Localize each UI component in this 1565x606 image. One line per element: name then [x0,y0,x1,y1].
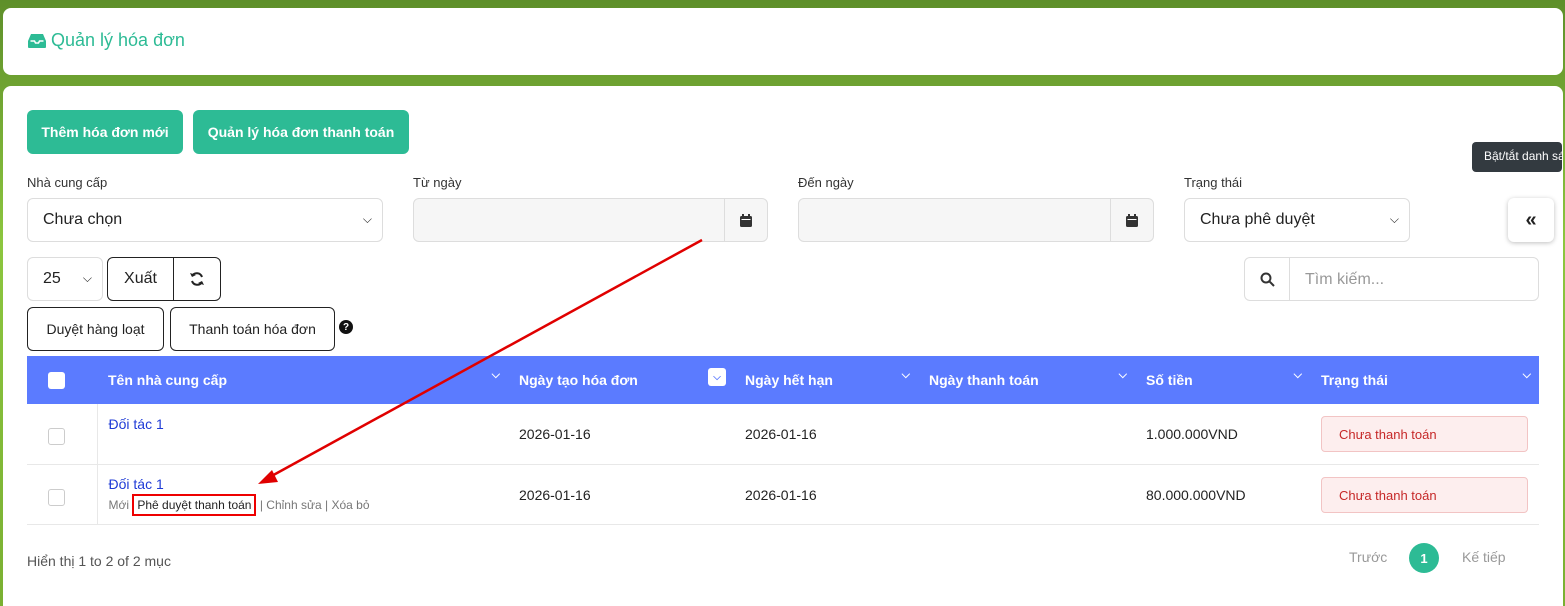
supplier-cell: Đối tác 1 [96,404,508,464]
status-label: Trạng thái [1184,175,1243,190]
col-supplier-label: Tên nhà cung cấp [108,372,228,388]
col-amount[interactable]: Số tiền ⌵ [1135,356,1310,404]
created-cell: 2026-01-16 [508,464,734,524]
add-invoice-button[interactable]: Thêm hóa đơn mới [27,110,183,154]
status-cell: Chưa thanh toán [1310,404,1539,464]
prev-page-link[interactable]: Trước [1349,549,1387,565]
inbox-icon [28,33,46,48]
pagination-info: Hiển thị 1 to 2 of 2 mục [27,553,171,569]
due-value: 2026-01-16 [745,486,817,503]
due-cell: 2026-01-16 [734,404,918,464]
from-date-label: Từ ngày [413,175,462,190]
supplier-select[interactable]: Chưa chọn ⌵ [27,198,383,242]
amount-value: 80.000.000VND [1146,486,1246,503]
table-row: Đối tác 1 2026-01-16 2026-01-16 1.000.00… [27,404,1539,464]
double-chevron-left-icon: « [1525,208,1537,231]
toggle-tooltip: Bật/tắt danh sách [1472,142,1562,172]
chevron-down-icon: ⌵ [901,369,910,381]
action-separator: | [259,497,263,512]
chevron-down-icon: ⌵ [1118,369,1127,381]
col-status-label: Trạng thái [1321,372,1388,388]
help-icon[interactable]: ? [339,320,353,334]
supplier-cell: Đối tác 1 Mới Phê duyệt thanh toán | Chỉ… [96,464,508,524]
col-amount-label: Số tiền [1146,372,1193,388]
status-cell: Chưa thanh toán [1310,464,1539,524]
created-cell: 2026-01-16 [508,404,734,464]
pay-invoice-button[interactable]: Thanh toán hóa đơn [170,307,335,351]
main-card: Thêm hóa đơn mới Quản lý hóa đơn thanh t… [3,86,1563,606]
search-box[interactable]: Tìm kiếm... [1244,257,1539,301]
col-paid[interactable]: Ngày thanh toán ⌵ [918,356,1135,404]
supplier-select-value: Chưa chọn [43,211,123,228]
row-checkbox[interactable] [48,488,65,506]
col-paid-label: Ngày thanh toán [929,372,1039,388]
page-title: Quản lý hóa đơn [28,30,185,51]
due-cell: 2026-01-16 [734,464,918,524]
page-size-select[interactable]: 25 ⌵ [27,257,103,301]
calendar-icon[interactable] [1110,199,1153,241]
col-due[interactable]: Ngày hết hạn ⌵ [734,356,918,404]
chevron-down-icon: ⌵ [362,212,372,226]
toggle-list-button[interactable]: « [1508,198,1554,242]
chevron-down-icon: ⌵ [1522,369,1531,381]
refresh-button[interactable] [173,257,221,301]
status-badge: Chưa thanh toán [1321,476,1528,513]
col-supplier[interactable]: Tên nhà cung cấp ⌵ [97,356,508,404]
col-created-label: Ngày tạo hóa đơn [519,372,638,388]
page-title-text: Quản lý hóa đơn [51,30,185,50]
due-value: 2026-01-16 [745,426,817,442]
bulk-approve-button[interactable]: Duyệt hàng loạt [27,307,164,351]
amount-cell: 1.000.000VND [1135,404,1310,464]
select-all-checkbox[interactable] [48,372,65,389]
refresh-icon [190,272,204,286]
paid-cell [918,404,1135,464]
amount-value: 1.000.000VND [1146,426,1238,442]
row-checkbox[interactable] [48,428,65,445]
sort-active-icon: ⌵ [708,368,726,386]
search-icon [1245,258,1290,300]
to-date-input[interactable] [798,198,1154,242]
next-page-link[interactable]: Kế tiếp [1462,549,1506,565]
select-all-cell [27,356,97,404]
col-status[interactable]: Trạng thái ⌵ [1310,356,1539,404]
row-actions: Mới Phê duyệt thanh toán | Chỉnh sửa | X… [109,493,370,516]
created-value: 2026-01-16 [519,486,591,503]
header-card: Quản lý hóa đơn [3,8,1563,75]
col-due-label: Ngày hết hạn [745,372,833,388]
row-checkbox-cell [27,464,97,524]
calendar-icon[interactable] [724,199,767,241]
status-select-value: Chưa phê duyệt [1200,211,1315,228]
to-date-label: Đến ngày [798,175,854,190]
action-edit[interactable]: Chỉnh sửa [266,498,321,512]
status-select[interactable]: Chưa phê duyệt ⌵ [1184,198,1410,242]
status-badge: Chưa thanh toán [1321,416,1528,452]
action-delete[interactable]: Xóa bỏ [332,498,370,512]
from-date-input[interactable] [413,198,768,242]
invoice-table: Tên nhà cung cấp ⌵ Ngày tạo hóa đơn ⌵ Ng… [27,356,1539,525]
table-header-row: Tên nhà cung cấp ⌵ Ngày tạo hóa đơn ⌵ Ng… [27,356,1539,404]
chevron-down-icon: ⌵ [82,271,92,285]
action-approve-payment[interactable]: Phê duyệt thanh toán [132,493,257,516]
chevron-down-icon: ⌵ [1389,212,1399,226]
action-separator: | [325,497,329,512]
chevron-down-icon: ⌵ [1293,369,1302,381]
amount-cell: 80.000.000VND [1135,464,1310,524]
chevron-down-icon: ⌵ [491,369,500,381]
page-size-value: 25 [43,270,61,287]
page-1-button[interactable]: 1 [1409,543,1439,573]
supplier-link[interactable]: Đối tác 1 [109,416,164,432]
paid-cell [918,464,1135,524]
supplier-link[interactable]: Đối tác 1 [109,476,370,492]
manage-payment-button[interactable]: Quản lý hóa đơn thanh toán [193,110,409,154]
created-value: 2026-01-16 [519,426,591,442]
col-created[interactable]: Ngày tạo hóa đơn ⌵ [508,356,734,404]
supplier-label: Nhà cung cấp [27,175,108,190]
table-row: Đối tác 1 Mới Phê duyệt thanh toán | Chỉ… [27,464,1539,524]
action-new[interactable]: Mới [109,498,130,512]
export-button[interactable]: Xuất [107,257,174,301]
search-placeholder[interactable]: Tìm kiếm... [1305,271,1384,289]
row-checkbox-cell [27,404,97,464]
supplier-cell-content: Đối tác 1 Mới Phê duyệt thanh toán | Chỉ… [109,476,370,516]
